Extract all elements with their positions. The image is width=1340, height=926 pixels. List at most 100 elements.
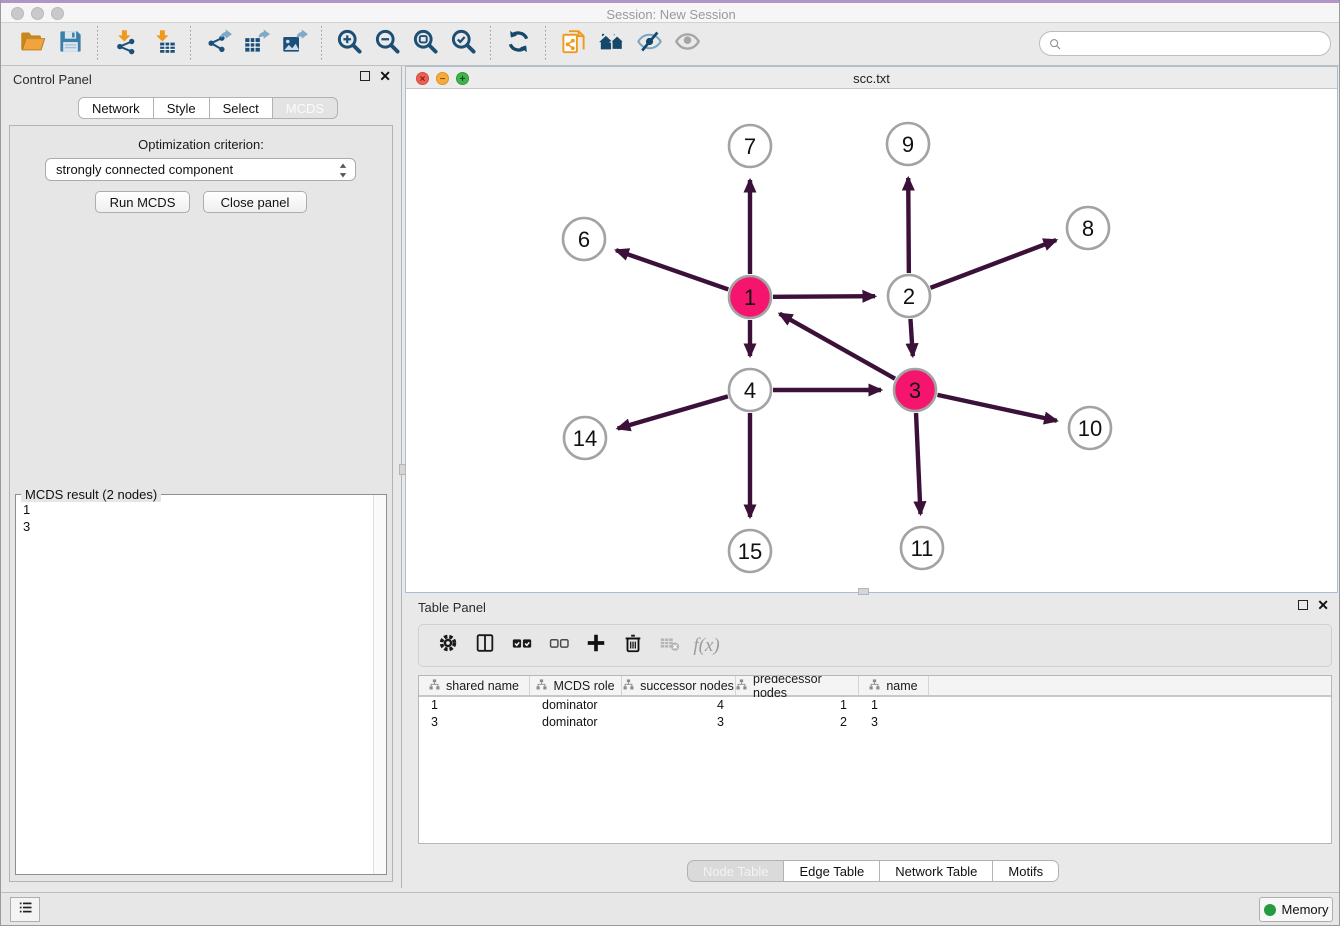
column-header-successor-nodes[interactable]: successor nodes [622,676,736,695]
edge-3-10[interactable] [937,395,1056,421]
column-header-name[interactable]: name [859,676,929,695]
edge-1-6[interactable] [616,250,728,289]
node-4[interactable]: 4 [729,369,771,411]
tab-network[interactable]: Network [78,97,154,119]
tab-edge-table[interactable]: Edge Table [784,860,880,882]
edge-3-1[interactable] [780,314,895,379]
node-8[interactable]: 8 [1067,207,1109,249]
delete-table-button[interactable] [651,629,688,663]
edge-2-8[interactable] [931,240,1057,288]
node-1[interactable]: 1 [729,276,771,318]
show-all-button[interactable] [668,27,706,61]
tab-node-table[interactable]: Node Table [687,860,785,882]
task-history-button[interactable] [10,897,40,922]
function-builder-button[interactable]: f(x) [688,629,725,663]
hide-selected-button[interactable] [630,27,668,61]
network-canvas[interactable]: 1 2 3 4 6 7 8 9 10 11 14 15 [406,89,1337,592]
duplicate-network-button[interactable] [554,27,592,61]
table-cell[interactable]: 1 [419,697,530,714]
node-2[interactable]: 2 [888,275,930,317]
close-panel-button[interactable]: Close panel [203,191,307,213]
table-cell[interactable]: dominator [530,714,622,731]
node-14[interactable]: 14 [564,417,606,459]
result-scrollbar[interactable] [373,495,386,874]
import-table-button[interactable] [144,27,182,61]
optimization-criterion-select[interactable]: strongly connected component [45,158,356,181]
houses-icon [598,28,625,60]
tab-network-table[interactable]: Network Table [880,860,993,882]
edge-4-14[interactable] [618,396,728,428]
export-image-button[interactable] [275,27,313,61]
search-input[interactable] [1067,36,1322,51]
search-box[interactable] [1039,31,1331,56]
column-header-MCDS-role[interactable]: MCDS role [530,676,622,695]
toolbar-separator [97,26,98,62]
node-10[interactable]: 10 [1069,407,1111,449]
export-network-button[interactable] [199,27,237,61]
network-graph[interactable]: 1 2 3 4 6 7 8 9 10 11 14 15 [406,89,1335,591]
export-table-button[interactable] [237,27,275,61]
select-all-columns-button[interactable] [503,629,540,663]
table-cell[interactable]: 1 [859,697,929,714]
edge-1-2[interactable] [773,296,875,297]
mcds-result-list[interactable]: 13 [16,497,372,874]
edge-2-3[interactable] [910,319,912,356]
table-cell[interactable]: 4 [622,697,736,714]
tab-select[interactable]: Select [210,97,273,119]
float-panel-icon[interactable] [360,71,370,81]
node-7[interactable]: 7 [729,125,771,167]
node-11[interactable]: 11 [901,527,943,569]
zoom-out-button[interactable] [368,27,406,61]
horizontal-splitter-handle[interactable] [858,588,869,595]
folder-open-icon [19,28,46,60]
edge-3-11[interactable] [916,413,920,514]
edge-2-9[interactable] [908,178,909,273]
close-panel-icon[interactable]: ✕ [379,71,391,81]
table-settings-button[interactable] [429,629,466,663]
create-column-button[interactable] [577,629,614,663]
table-cell[interactable]: 2 [736,714,859,731]
table-row[interactable]: 1dominator411 [419,697,1331,714]
network-title: scc.txt [406,71,1337,86]
zoom-fit-button[interactable] [406,27,444,61]
refresh-button[interactable] [499,27,537,61]
save-session-button[interactable] [51,27,89,61]
table-cell[interactable]: 1 [736,697,859,714]
table-tabs: Node TableEdge TableNetwork TableMotifs [405,860,1340,882]
table-cell[interactable]: 3 [622,714,736,731]
tree-icon [869,679,880,693]
tab-motifs[interactable]: Motifs [993,860,1059,882]
node-3[interactable]: 3 [894,369,936,411]
export-image-icon [281,28,308,60]
column-header-shared-name[interactable]: shared name [419,676,530,695]
table-panel: Table Panel ✕ f(x) shared nameMCDS roles… [405,595,1340,888]
node-9[interactable]: 9 [887,123,929,165]
window-title: Session: New Session [1,7,1340,22]
table-cell[interactable]: 3 [859,714,929,731]
first-neighbors-button[interactable] [592,27,630,61]
table-cell[interactable]: 3 [419,714,530,731]
column-label: name [886,679,917,693]
node-6[interactable]: 6 [563,218,605,260]
run-mcds-button[interactable]: Run MCDS [95,191,190,213]
memory-button[interactable]: Memory [1259,897,1333,922]
table-float-panel-icon[interactable] [1298,600,1308,610]
node-15[interactable]: 15 [729,530,771,572]
column-header-predecessor-nodes[interactable]: predecessor nodes [736,676,859,695]
export-table-icon [243,28,270,60]
network-window-titlebar: × − + scc.txt [406,67,1337,89]
open-file-button[interactable] [13,27,51,61]
tab-style[interactable]: Style [154,97,210,119]
zoom-selected-button[interactable] [444,27,482,61]
node-label: 2 [903,284,915,309]
table-close-panel-icon[interactable]: ✕ [1317,600,1329,610]
delete-column-button[interactable] [614,629,651,663]
zoom-in-button[interactable] [330,27,368,61]
unselect-all-columns-button[interactable] [540,629,577,663]
show-columns-button[interactable] [466,629,503,663]
import-network-button[interactable] [106,27,144,61]
table-cell[interactable]: dominator [530,697,622,714]
vertical-splitter-handle[interactable] [399,464,406,475]
table-row[interactable]: 3dominator323 [419,714,1331,731]
tab-mcds[interactable]: MCDS [273,97,338,119]
